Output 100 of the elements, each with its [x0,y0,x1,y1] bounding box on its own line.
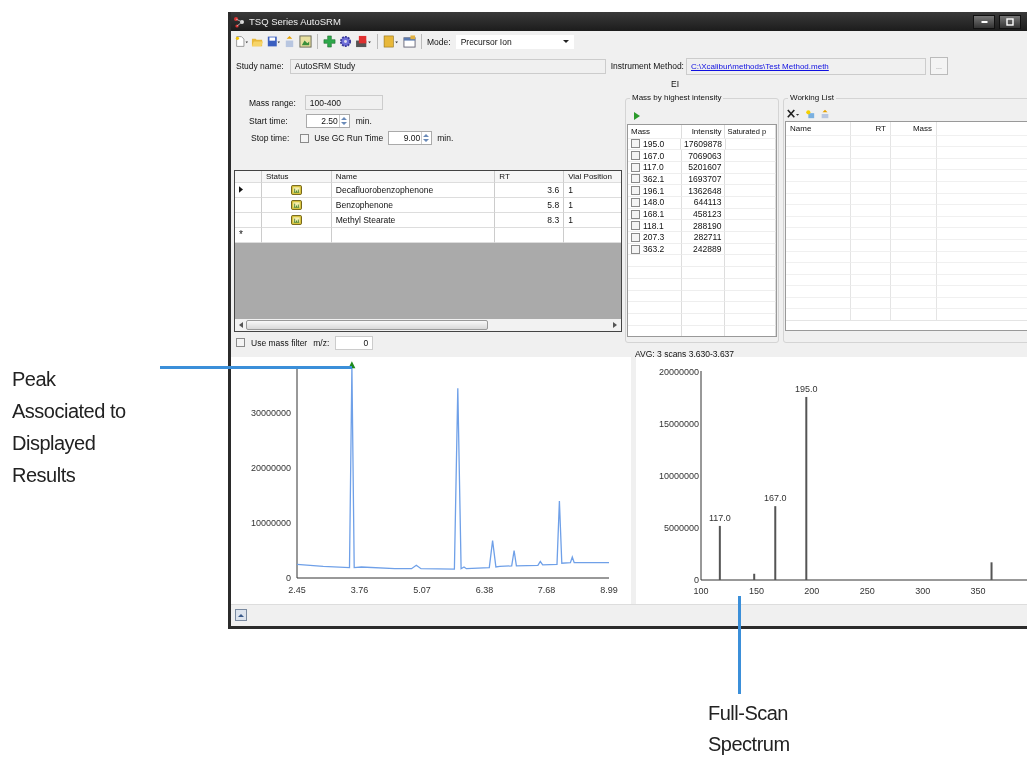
mass-checkbox[interactable] [631,197,640,207]
mass-checkbox[interactable] [631,209,640,219]
mass-checkbox[interactable] [631,244,640,254]
table-cell [851,158,891,171]
table-cell [786,286,851,298]
column-header[interactable]: Mass [891,121,937,136]
column-header[interactable]: RT [851,121,891,136]
column-header[interactable]: RT [495,170,565,183]
table-cell [725,161,776,174]
mass-checkbox[interactable] [631,221,640,231]
add-icon[interactable] [323,35,336,49]
x-tick-label: 8.99 [600,584,618,595]
peak-label: 117.0 [708,512,731,523]
mass-checkbox[interactable] [631,174,640,184]
save-icon[interactable] [267,35,280,49]
minimize-icon [980,20,988,23]
group-title: Working List [788,92,836,102]
table-cell [786,216,851,229]
mass-checkbox[interactable] [631,139,640,149]
method-link[interactable]: C:\Xcalibur\methods\Test Method.meth [690,61,829,71]
table-cell [891,251,937,264]
column-header[interactable]: Status [261,170,332,183]
study-name-field[interactable]: AutoSRM Study [289,58,606,74]
gear-icon[interactable] [339,35,352,49]
use-gc-run-time-checkbox[interactable] [300,133,310,143]
x-tick-label: 3.76 [350,584,369,595]
table-cell [851,170,891,182]
horizontal-scrollbar[interactable] [235,318,621,331]
table-cell [786,274,851,287]
stop-time-spinner[interactable]: 9.00 [388,131,433,146]
peak-label: 167.0 [764,492,787,503]
start-unit-label: min. [355,116,372,127]
column-header[interactable]: Mass [628,124,682,139]
table-cell [628,267,682,279]
add-item-icon[interactable] [805,108,815,119]
maximize-button[interactable] [999,14,1021,29]
scrollbar-thumb[interactable] [246,319,488,330]
x-tick-label: 5.07 [413,584,431,595]
intensity-cell: 1693707 [681,173,726,186]
y-tick-label: 0 [286,572,291,583]
table-cell [851,205,891,217]
molecule-icon [233,15,245,28]
instrument-method-label: Instrument Method: [610,61,684,72]
compound-name-cell: Methyl Stearate [331,212,496,228]
new-document-icon[interactable] [235,35,248,49]
scroll-right-icon[interactable] [613,321,617,328]
mz-field[interactable]: 0 [335,335,374,350]
table-cell [851,274,891,287]
chart-status-icon [290,214,302,225]
intensity-cell: 282711 [681,232,726,244]
table-cell [725,243,776,256]
table-cell [628,290,682,303]
restore-icon[interactable] [235,609,247,622]
window-icon[interactable] [403,35,416,49]
column-header[interactable]: Name [786,121,851,136]
minimize-button[interactable] [973,14,995,29]
table-cell [725,302,776,314]
column-header[interactable]: Intensity [681,124,726,139]
table-cell [891,309,937,322]
table-cell [891,274,937,287]
start-time-spinner[interactable]: 2.50 [305,114,350,129]
mass-cell: 118.1 [643,220,664,231]
column-header[interactable]: Name [331,170,496,183]
table-cell [786,263,851,275]
mass-filter-checkbox[interactable] [236,338,245,348]
table-cell [851,193,891,206]
mass-checkbox[interactable] [631,186,640,196]
table-cell [725,290,776,303]
column-header[interactable]: Vial Position [564,170,621,183]
x-tick-label: 150 [748,585,764,596]
table-cell [851,263,891,275]
scroll-left-icon[interactable] [239,321,243,328]
x-tick-label: 200 [804,585,820,596]
spectrum-bar [990,561,993,580]
picture-icon[interactable] [299,35,312,49]
table-cell [891,170,937,182]
mode-dropdown[interactable]: Precursor Ion [455,34,574,49]
table-cell [851,297,891,310]
peak-label: 195.0 [795,383,818,394]
clipboard-icon[interactable] [383,35,400,49]
flag-icon[interactable] [355,35,372,49]
table-cell [725,313,776,326]
table-cell [891,297,937,310]
y-tick-label: 20000000 [658,366,699,377]
table-cell [851,181,891,194]
y-tick-label: 10000000 [250,517,291,528]
mass-checkbox[interactable] [631,232,640,242]
mass-cell: 362.1 [643,173,665,184]
play-icon[interactable] [634,111,640,120]
mass-checkbox[interactable] [631,151,640,161]
x-tick-label: 2.45 [288,584,306,595]
table-cell [786,228,851,240]
table-cell [891,135,937,148]
y-tick-label: 0 [694,574,699,585]
intensity-cell: 458123 [681,208,726,221]
x-tick-label: 350 [970,585,986,596]
delete-icon[interactable] [787,108,800,119]
study-name-label: Study name: [236,61,284,72]
use-gc-run-time-label: Use GC Run Time [314,133,384,144]
mass-checkbox[interactable] [631,162,640,172]
